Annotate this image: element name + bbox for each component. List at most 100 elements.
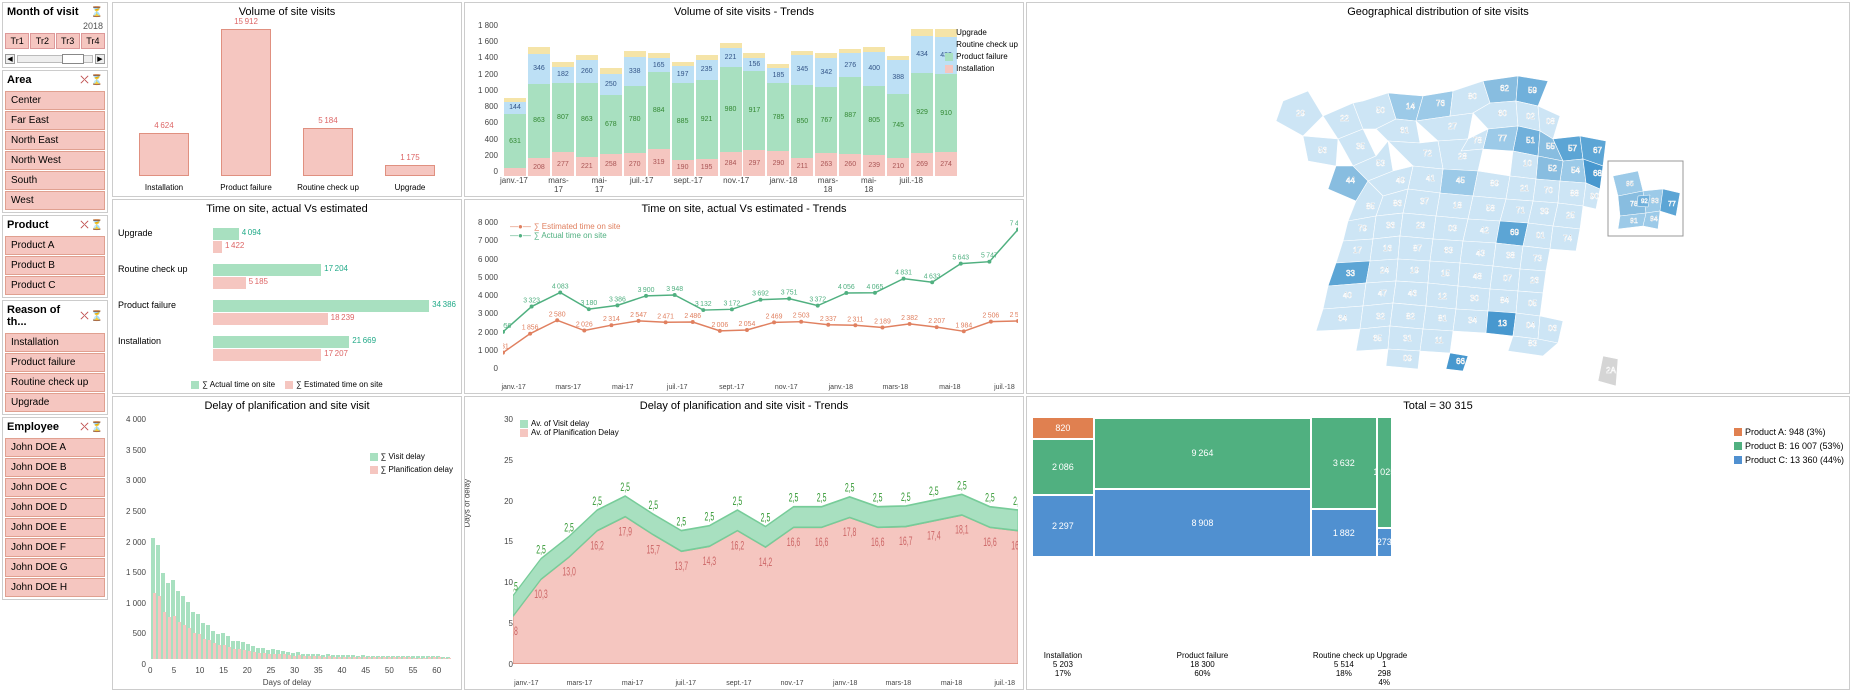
svg-text:1 956: 1 956	[503, 323, 512, 330]
chart-title: Volume of site visits	[113, 3, 461, 21]
svg-text:93: 93	[1651, 198, 1659, 205]
svg-text:2 006: 2 006	[711, 322, 728, 329]
filter-item[interactable]: Upgrade	[5, 393, 105, 412]
multiselect-icon[interactable]: ⤬	[81, 220, 89, 231]
filter-item[interactable]: Product failure	[5, 353, 105, 372]
svg-text:7 485: 7 485	[1010, 221, 1018, 228]
svg-text:3 132: 3 132	[695, 301, 712, 308]
quarter-tr4[interactable]: Tr4	[81, 33, 105, 49]
svg-text:09: 09	[1403, 354, 1412, 363]
svg-text:3 323: 3 323	[523, 298, 540, 305]
time-slider[interactable]: ◀ ▶	[3, 51, 107, 67]
filter-item[interactable]: Product C	[5, 276, 105, 295]
svg-text:16,6: 16,6	[787, 536, 800, 549]
quarter-tr3[interactable]: Tr3	[56, 33, 80, 49]
svg-text:2 189: 2 189	[874, 319, 891, 326]
chart-delay-trends: Delay of planification and site visit - …	[464, 396, 1024, 690]
filter-item[interactable]: North East	[5, 131, 105, 150]
filter-item[interactable]: John DOE C	[5, 478, 105, 497]
filter-item[interactable]: John DOE B	[5, 458, 105, 477]
svg-text:92: 92	[1641, 199, 1648, 205]
filter-item[interactable]: John DOE F	[5, 538, 105, 557]
clear-filter-icon[interactable]: ⏳	[91, 422, 103, 433]
clear-filter-icon[interactable]: ⏳	[91, 7, 103, 18]
slider-right-icon[interactable]: ▶	[95, 54, 105, 64]
svg-text:4 831: 4 831	[895, 270, 912, 277]
svg-text:3 386: 3 386	[609, 296, 626, 303]
filter-item[interactable]: North West	[5, 151, 105, 170]
clear-filter-icon[interactable]: ⏳	[91, 220, 103, 231]
svg-text:63: 63	[1444, 246, 1453, 255]
svg-text:39: 39	[1540, 207, 1549, 216]
svg-text:2,5: 2,5	[648, 499, 658, 512]
svg-text:2 486: 2 486	[684, 313, 701, 320]
svg-text:14,2: 14,2	[759, 556, 772, 569]
quarter-tr1[interactable]: Tr1	[5, 33, 29, 49]
chart-volume: Volume of site visits 4 624Installation1…	[112, 2, 462, 197]
svg-text:52: 52	[1548, 164, 1557, 173]
filter-area: Area⤬⏳ CenterFar EastNorth EastNorth Wes…	[2, 70, 108, 213]
svg-text:05: 05	[1528, 299, 1537, 308]
svg-text:2,5: 2,5	[536, 544, 546, 557]
filter-item[interactable]: Routine check up	[5, 373, 105, 392]
svg-text:43: 43	[1476, 249, 1485, 258]
legend-label: ∑ Estimated time on site	[296, 380, 383, 389]
filter-item[interactable]: Far East	[5, 111, 105, 130]
chart-title: Geographical distribution of site visits	[1027, 3, 1849, 21]
svg-text:94: 94	[1650, 216, 1658, 223]
filter-item[interactable]: John DOE H	[5, 578, 105, 597]
clear-filter-icon[interactable]: ⏳	[91, 311, 103, 322]
svg-text:76: 76	[1436, 99, 1445, 108]
slider-track[interactable]	[17, 55, 93, 63]
svg-text:2 026: 2 026	[576, 322, 593, 329]
filter-item[interactable]: John DOE A	[5, 438, 105, 457]
svg-text:13,0: 13,0	[562, 566, 576, 579]
svg-text:47: 47	[1378, 289, 1387, 298]
filter-item[interactable]: John DOE E	[5, 518, 105, 537]
svg-text:07: 07	[1503, 274, 1512, 283]
filter-item[interactable]: Product B	[5, 256, 105, 275]
filter-item[interactable]: Product A	[5, 236, 105, 255]
svg-text:01: 01	[1536, 231, 1545, 240]
slider-left-icon[interactable]: ◀	[5, 54, 15, 64]
filter-item[interactable]: John DOE G	[5, 558, 105, 577]
multiselect-icon[interactable]: ⤬	[81, 311, 89, 322]
clear-filter-icon[interactable]: ⏳	[91, 75, 103, 86]
svg-text:44: 44	[1346, 176, 1355, 185]
svg-text:03: 03	[1448, 224, 1457, 233]
slider-thumb[interactable]	[62, 54, 84, 64]
svg-text:55: 55	[1546, 142, 1555, 151]
svg-text:73: 73	[1533, 254, 1542, 263]
svg-text:18,1: 18,1	[955, 524, 968, 537]
svg-text:5 643: 5 643	[952, 255, 969, 262]
filter-item[interactable]: John DOE D	[5, 498, 105, 517]
multiselect-icon[interactable]: ⤬	[81, 422, 89, 433]
filter-title: Product	[7, 219, 49, 231]
chart-time-on-site: Time on site, actual Vs estimated Upgrad…	[112, 199, 462, 394]
filter-item[interactable]: Center	[5, 91, 105, 110]
multiselect-icon[interactable]: ⤬	[81, 75, 89, 86]
filter-title: Employee	[7, 421, 59, 433]
svg-text:86: 86	[1393, 199, 1402, 208]
svg-text:79: 79	[1358, 224, 1367, 233]
svg-text:71: 71	[1516, 206, 1525, 215]
svg-text:16,6: 16,6	[815, 536, 828, 549]
svg-text:49: 49	[1396, 176, 1405, 185]
svg-text:66: 66	[1456, 357, 1465, 366]
svg-text:78: 78	[1630, 201, 1638, 208]
filter-sidebar: Month of visit ⏳ 2018 Tr1 Tr2 Tr3 Tr4 ◀ …	[0, 0, 110, 692]
svg-text:2,5: 2,5	[929, 485, 939, 498]
quarter-selector: Tr1 Tr2 Tr3 Tr4	[3, 31, 107, 51]
filter-item[interactable]: South	[5, 171, 105, 190]
svg-text:2,5: 2,5	[592, 495, 602, 508]
dashboard-grid: Volume of site visits 4 624Installation1…	[110, 0, 1852, 692]
svg-text:2,5: 2,5	[513, 581, 518, 594]
filter-item[interactable]: West	[5, 191, 105, 210]
svg-text:67: 67	[1593, 146, 1602, 155]
svg-text:2,5: 2,5	[620, 481, 630, 494]
france-map[interactable]: 29 22 56 35 50 14 61 53 44 76 27 80 62 5…	[1027, 21, 1849, 391]
svg-text:64: 64	[1338, 314, 1347, 323]
svg-text:2 314: 2 314	[603, 316, 620, 323]
filter-item[interactable]: Installation	[5, 333, 105, 352]
quarter-tr2[interactable]: Tr2	[30, 33, 54, 49]
